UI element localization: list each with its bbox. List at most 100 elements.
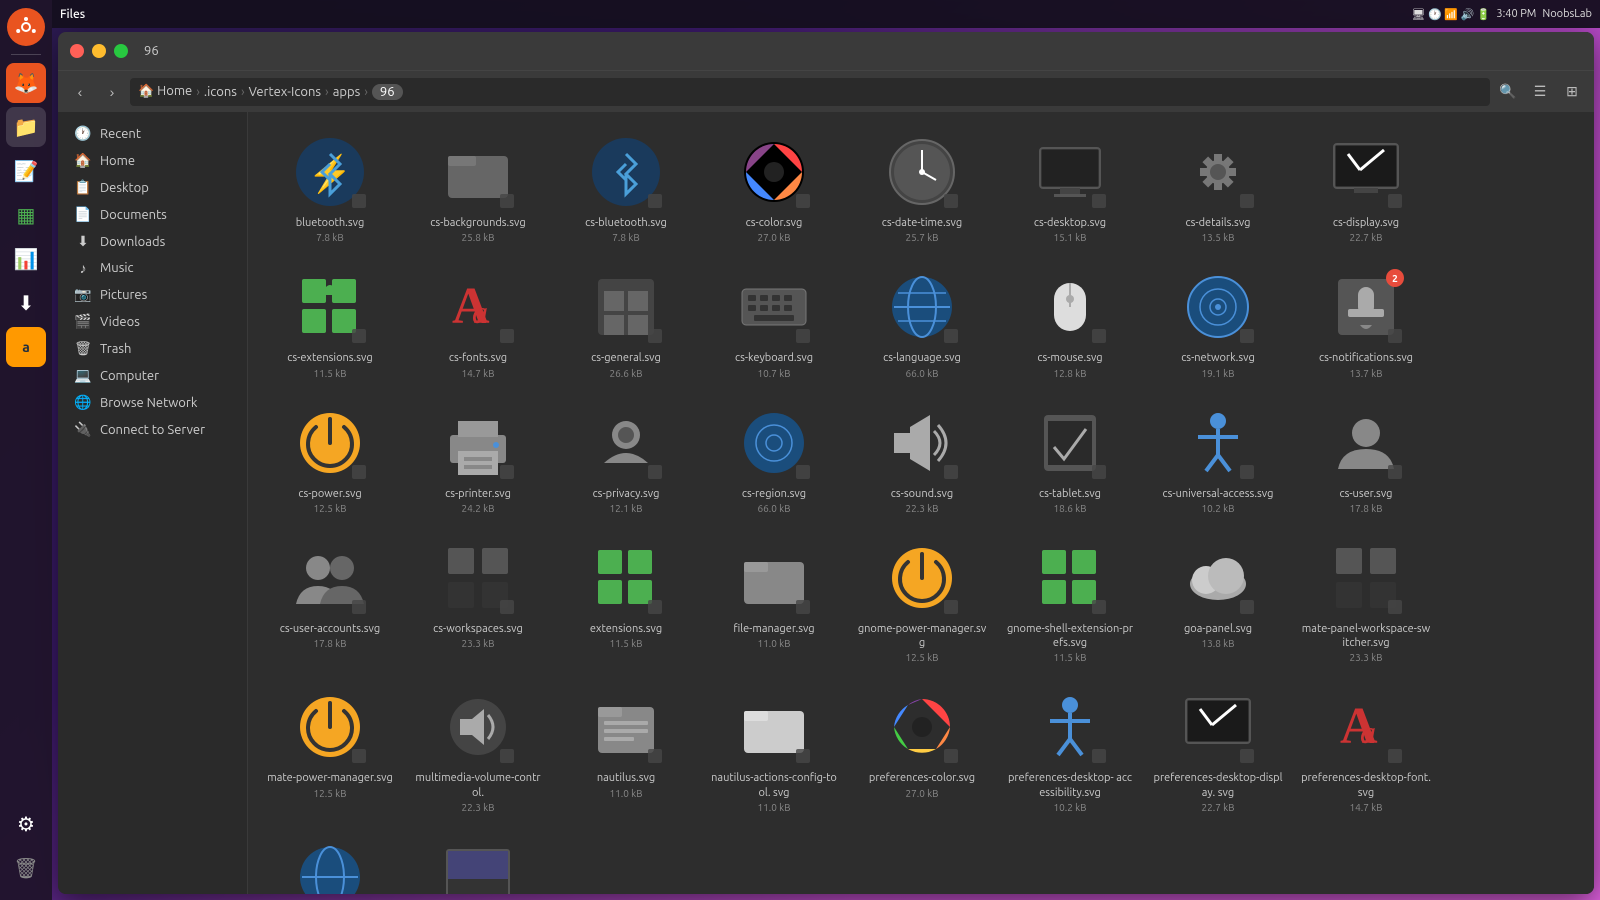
topbar: Files 🖥 🕐 📶 🔊 🔋 3:40 PM NoobsLab xyxy=(52,0,1600,28)
file-item[interactable]: mate-panel-workspace-switcher.svg23.3 kB xyxy=(1296,530,1436,672)
maximize-button[interactable] xyxy=(114,44,128,58)
file-corner-badge xyxy=(1092,329,1106,343)
file-name: cs-network.svg xyxy=(1181,351,1255,365)
taskbar-spreadsheet[interactable]: ▦ xyxy=(6,195,46,235)
taskbar-download[interactable]: ⬇ xyxy=(6,283,46,323)
file-size: 18.6 kB xyxy=(1053,503,1086,514)
breadcrumb-home[interactable]: 🏠 Home xyxy=(138,84,192,99)
file-item[interactable]: gnome-power-manager.svg12.5 kB xyxy=(852,530,992,672)
sidebar-item-desktop[interactable]: 📋 Desktop xyxy=(62,174,243,201)
topbar-icons: 🖥 🕐 📶 🔊 🔋 xyxy=(1412,8,1491,21)
file-item[interactable]: cs-bluetooth.svg7.8 kB xyxy=(556,124,696,251)
sidebar-item-music[interactable]: ♪ Music xyxy=(62,255,243,281)
sidebar-item-home[interactable]: 🏠 Home xyxy=(62,147,243,174)
file-corner-badge xyxy=(648,194,662,208)
file-item[interactable]: cs-date-time.svg25.7 kB xyxy=(852,124,992,251)
file-item[interactable]: cs-privacy.svg12.1 kB xyxy=(556,395,696,522)
breadcrumb-icons[interactable]: .icons xyxy=(204,85,237,99)
breadcrumb-current[interactable]: 96 xyxy=(372,84,403,100)
file-icon-wrapper: Aa xyxy=(438,267,518,347)
file-item[interactable]: cs-network.svg19.1 kB xyxy=(1148,259,1288,386)
file-corner-badge xyxy=(648,329,662,343)
sidebar-item-pictures[interactable]: 📷 Pictures xyxy=(62,281,243,308)
sidebar-item-downloads[interactable]: ⬇ Downloads xyxy=(62,228,243,255)
sidebar-item-browse-network[interactable]: 🌐 Browse Network xyxy=(62,389,243,416)
file-item[interactable]: cs-language.svg66.0 kB xyxy=(852,259,992,386)
file-item[interactable]: extensions.svg11.5 kB xyxy=(556,530,696,672)
file-item[interactable]: 2cs-notifications.svg13.7 kB xyxy=(1296,259,1436,386)
file-corner-badge xyxy=(1240,465,1254,479)
close-button[interactable] xyxy=(70,44,84,58)
ubuntu-logo[interactable] xyxy=(7,8,45,46)
file-item[interactable]: cs-desktop.svg15.1 kB xyxy=(1000,124,1140,251)
file-size: 11.5 kB xyxy=(609,638,642,649)
file-item[interactable]: cs-display.svg22.7 kB xyxy=(1296,124,1436,251)
file-item[interactable]: cs-keyboard.svg10.7 kB xyxy=(704,259,844,386)
file-item[interactable]: preferences-desktop- wallpaper.svg25.8 k… xyxy=(408,829,548,894)
file-item[interactable]: nautilus-actions-config-tool. svg11.0 kB xyxy=(704,679,844,821)
sidebar-item-documents[interactable]: 📄 Documents xyxy=(62,201,243,228)
svg-text:a: a xyxy=(472,294,488,330)
minimize-button[interactable] xyxy=(92,44,106,58)
file-item[interactable]: cs-workspaces.svg23.3 kB xyxy=(408,530,548,672)
sidebar-label-downloads: Downloads xyxy=(100,235,165,249)
file-corner-badge xyxy=(500,465,514,479)
breadcrumb-vertex[interactable]: Vertex-Icons xyxy=(249,85,321,99)
sidebar-item-connect-server[interactable]: 🔌 Connect to Server xyxy=(62,416,243,443)
file-item[interactable]: nautilus.svg11.0 kB xyxy=(556,679,696,821)
file-item[interactable]: preferences-color.svg27.0 kB xyxy=(852,679,992,821)
taskbar-settings[interactable]: ⚙ xyxy=(6,804,46,844)
grid-view-button[interactable]: ⊞ xyxy=(1558,78,1586,106)
sidebar-item-trash[interactable]: 🗑 Trash xyxy=(62,335,243,362)
file-item[interactable]: cs-tablet.svg18.6 kB xyxy=(1000,395,1140,522)
file-item[interactable]: cs-general.svg26.6 kB xyxy=(556,259,696,386)
file-item[interactable]: Aapreferences-desktop-font.svg14.7 kB xyxy=(1296,679,1436,821)
file-item[interactable]: cs-region.svg66.0 kB xyxy=(704,395,844,522)
file-item[interactable]: cs-user-accounts.svg17.8 kB xyxy=(260,530,400,672)
taskbar-amazon[interactable]: a xyxy=(6,327,46,367)
file-icon-wrapper xyxy=(290,538,370,618)
taskbar-firefox[interactable]: 🦊 xyxy=(6,63,46,103)
file-item[interactable]: preferences-desktop-locale. svg66.0 kB xyxy=(260,829,400,894)
sidebar-label-computer: Computer xyxy=(100,369,159,383)
file-item[interactable]: file-manager.svg11.0 kB xyxy=(704,530,844,672)
file-item[interactable]: cs-universal-access.svg10.2 kB xyxy=(1148,395,1288,522)
sidebar-item-videos[interactable]: 🎬 Videos xyxy=(62,308,243,335)
file-name: mate-panel-workspace-switcher.svg xyxy=(1301,622,1431,651)
file-item[interactable]: Aacs-fonts.svg14.7 kB xyxy=(408,259,548,386)
file-item[interactable]: cs-color.svg27.0 kB xyxy=(704,124,844,251)
breadcrumb-apps[interactable]: apps xyxy=(333,85,361,99)
sidebar-label-videos: Videos xyxy=(100,315,140,329)
taskbar-files[interactable]: 📁 xyxy=(6,107,46,147)
file-item[interactable]: cs-printer.svg24.2 kB xyxy=(408,395,548,522)
file-item[interactable]: goa-panel.svg13.8 kB xyxy=(1148,530,1288,672)
sidebar-item-computer[interactable]: 💻 Computer xyxy=(62,362,243,389)
taskbar-impress[interactable]: 📊 xyxy=(6,239,46,279)
file-item[interactable]: preferences-desktop- accessibility.svg10… xyxy=(1000,679,1140,821)
file-item[interactable]: cs-power.svg12.5 kB xyxy=(260,395,400,522)
file-item[interactable]: cs-sound.svg22.3 kB xyxy=(852,395,992,522)
file-item[interactable]: cs-backgrounds.svg25.8 kB xyxy=(408,124,548,251)
file-item[interactable]: preferences-desktop-display. svg22.7 kB xyxy=(1148,679,1288,821)
list-view-button[interactable]: ☰ xyxy=(1526,78,1554,106)
file-name: gnome-shell-extension-prefs.svg xyxy=(1005,622,1135,651)
file-icon-wrapper xyxy=(290,837,370,894)
recent-icon: 🕐 xyxy=(74,125,92,142)
taskbar-trash[interactable]: 🗑 xyxy=(6,848,46,888)
file-item[interactable]: cs-extensions.svg11.5 kB xyxy=(260,259,400,386)
search-button[interactable]: 🔍 xyxy=(1494,78,1522,106)
file-size: 12.1 kB xyxy=(609,503,642,514)
file-item[interactable]: mate-power-manager.svg12.5 kB xyxy=(260,679,400,821)
file-item[interactable]: cs-user.svg17.8 kB xyxy=(1296,395,1436,522)
file-item[interactable]: gnome-shell-extension-prefs.svg11.5 kB xyxy=(1000,530,1140,672)
sidebar-item-recent[interactable]: 🕐 Recent xyxy=(62,120,243,147)
file-item[interactable]: cs-mouse.svg12.8 kB xyxy=(1000,259,1140,386)
back-button[interactable]: ‹ xyxy=(66,78,94,106)
breadcrumb: 🏠 Home › .icons › Vertex-Icons › apps › … xyxy=(130,78,1490,106)
file-item[interactable]: cs-details.svg13.5 kB xyxy=(1148,124,1288,251)
taskbar-text-editor[interactable]: 📝 xyxy=(6,151,46,191)
file-item[interactable]: ⚡bluetooth.svg7.8 kB xyxy=(260,124,400,251)
file-icon-wrapper xyxy=(882,267,962,347)
file-item[interactable]: multimedia-volume-control.22.3 kB xyxy=(408,679,548,821)
forward-button[interactable]: › xyxy=(98,78,126,106)
